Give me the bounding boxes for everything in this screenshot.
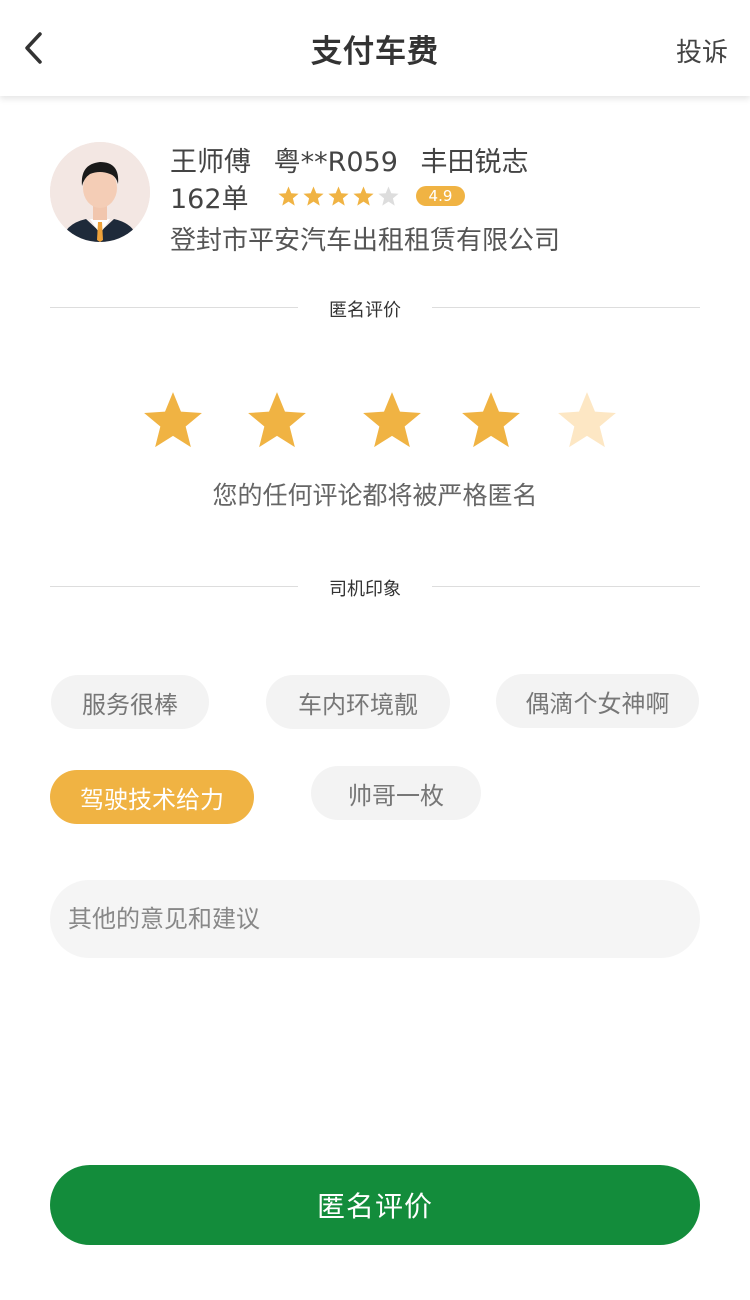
rating-star-selector <box>140 388 620 454</box>
rating-star-5[interactable] <box>554 388 620 454</box>
star-filled-icon <box>462 392 520 448</box>
star-empty-icon <box>558 392 616 448</box>
impression-tag[interactable]: 帅哥一枚 <box>311 766 481 820</box>
driver-avatar <box>50 142 150 242</box>
star-empty-icon <box>377 185 399 206</box>
rating-star-2[interactable] <box>244 388 310 454</box>
complaint-button[interactable]: 投诉 <box>676 32 728 69</box>
anonymous-note: 您的任何评论都将被严格匿名 <box>212 481 538 510</box>
driver-name-plate-car: 王师傅 粤**R059 丰田锐志 <box>170 140 542 179</box>
driver-rating-stars <box>277 185 400 208</box>
impression-section-title: 司机印象 <box>329 579 401 600</box>
star-filled-icon <box>352 185 374 206</box>
star-filled-icon <box>144 392 202 448</box>
rating-star-4[interactable] <box>458 388 524 454</box>
license-plate: 粤**R059 <box>273 147 398 178</box>
star-filled-icon <box>302 185 324 206</box>
top-nav-bar: 支付车费 投诉 <box>0 0 750 96</box>
star-filled-icon <box>327 185 349 206</box>
impression-section-divider: 司机印象 <box>50 575 700 600</box>
driver-name: 王师傅 <box>170 147 251 178</box>
rating-badge: 4.9 <box>415 186 466 206</box>
divider-line <box>432 586 700 587</box>
divider-line <box>50 307 298 308</box>
star-filled-icon <box>248 392 306 448</box>
star-filled-icon <box>277 185 299 206</box>
driver-info-card: 王师傅 粤**R059 丰田锐志 162单 4.9 登封市平安汽车出租租赁有限公… <box>50 140 700 260</box>
impression-tag[interactable]: 驾驶技术给力 <box>50 770 254 824</box>
avatar-person-icon <box>50 142 150 242</box>
submit-anonymous-rating-button[interactable]: 匿名评价 <box>50 1165 700 1245</box>
rating-star-3[interactable] <box>359 388 425 454</box>
rating-section-divider: 匿名评价 <box>50 296 700 321</box>
divider-line <box>50 586 298 587</box>
rating-section-title: 匿名评价 <box>329 300 401 321</box>
driver-stats: 162单 4.9 <box>170 176 466 216</box>
suggestion-input[interactable] <box>50 880 700 958</box>
divider-line <box>432 307 700 308</box>
page-title: 支付车费 <box>311 34 439 70</box>
impression-tag[interactable]: 偶滴个女神啊 <box>496 674 699 728</box>
impression-tag[interactable]: 服务很棒 <box>51 675 209 729</box>
order-count: 162单 <box>170 183 249 215</box>
star-filled-icon <box>363 392 421 448</box>
driver-company: 登封市平安汽车出租租赁有限公司 <box>170 226 561 256</box>
rating-star-1[interactable] <box>140 388 206 454</box>
car-model: 丰田锐志 <box>420 147 529 178</box>
impression-tag[interactable]: 车内环境靓 <box>266 675 450 729</box>
